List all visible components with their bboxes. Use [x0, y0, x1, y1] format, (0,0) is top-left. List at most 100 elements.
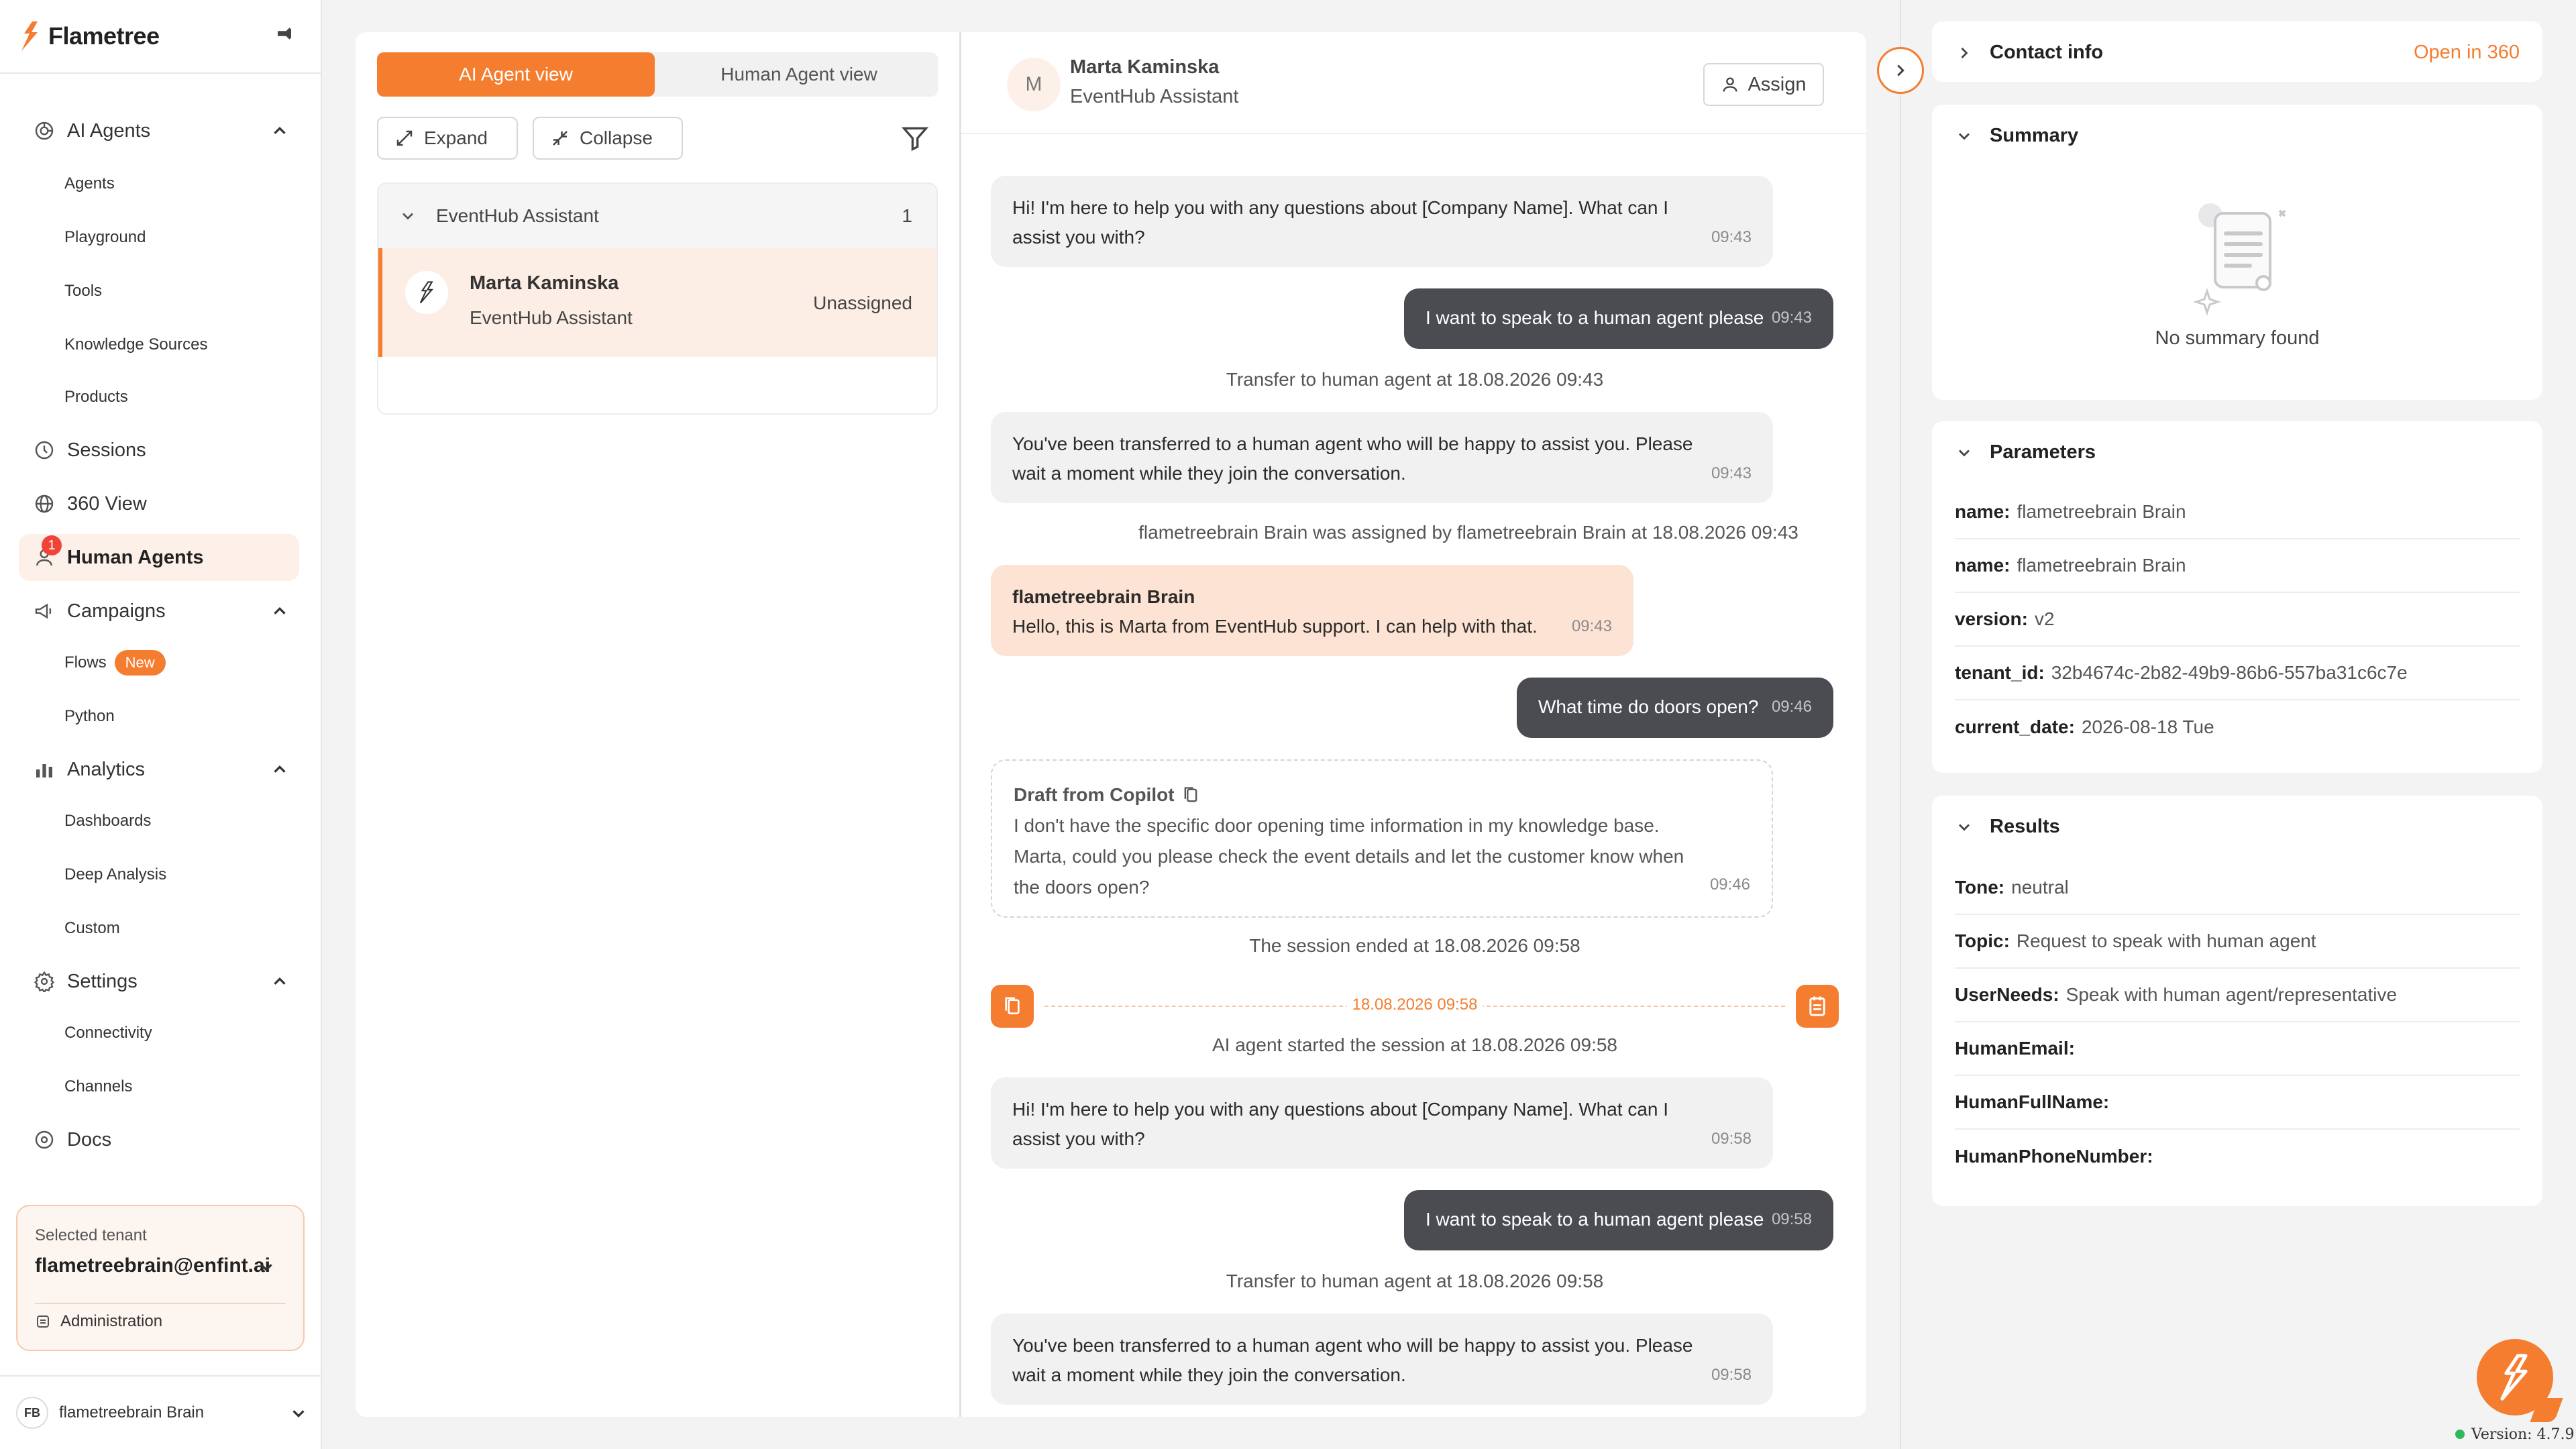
nav-analytics[interactable]: Analytics [19, 746, 299, 793]
parameter-key: tenant_id: [1955, 662, 2045, 683]
nav-label: Analytics [67, 758, 146, 780]
flametree-logo[interactable]: Flametree [19, 17, 160, 55]
sidebar-item-tools[interactable]: Tools [64, 274, 102, 309]
sidebar-item-channels[interactable]: Channels [64, 1069, 132, 1104]
nav-360-view[interactable]: 360 View [19, 480, 299, 527]
chevron-up-icon[interactable] [270, 601, 290, 621]
toggle-details-button[interactable] [1877, 47, 1924, 94]
parameter-row: name: flametreebrain Brain [1955, 486, 2520, 539]
system-message: AI agent started the session at 18.08.20… [1212, 1034, 1617, 1055]
new-badge: New [114, 650, 166, 676]
copilot-draft[interactable]: Draft from Copilot I don't have the spec… [991, 759, 1773, 918]
nav-label: 360 View [67, 492, 147, 515]
brand-name: Flametree [48, 22, 160, 50]
chevron-up-icon[interactable] [270, 759, 290, 780]
agent-group-header[interactable]: EventHub Assistant 1 [378, 184, 936, 248]
nav-settings[interactable]: Settings [19, 958, 299, 1005]
session-copy-icon[interactable] [991, 985, 1034, 1028]
message-ai: You've been transferred to a human agent… [991, 412, 1773, 503]
no-summary-text: No summary found [2155, 327, 2320, 349]
administration-link[interactable]: Administration [35, 1312, 162, 1331]
message-text: You've been transferred to a human agent… [1012, 1335, 1693, 1385]
nav-docs[interactable]: Docs [19, 1116, 299, 1163]
sidebar-item-agents[interactable]: Agents [64, 166, 115, 201]
sidebar-item-connectivity[interactable]: Connectivity [64, 1016, 152, 1051]
sidebar-item-deep-analysis[interactable]: Deep Analysis [64, 857, 166, 892]
collapse-button[interactable]: Collapse [533, 117, 683, 160]
result-key: Tone: [1955, 877, 2005, 898]
chat-header: M Marta Kaminska EventHub Assistant Assi… [961, 32, 1866, 134]
parameter-key: name: [1955, 501, 2010, 522]
sidebar: Flametree AI Agents Agents Playground To… [0, 0, 322, 1449]
user-menu[interactable]: FB flametreebrain Brain [0, 1375, 322, 1449]
chat-agent-name: EventHub Assistant [1070, 86, 1239, 107]
version-text: Version: 4.7.9 [2471, 1426, 2575, 1443]
result-key: Topic: [1955, 930, 2010, 951]
pin-sidebar-icon[interactable] [271, 20, 298, 47]
nav-label: AI Agents [67, 119, 151, 142]
result-row: HumanEmail: [1955, 1022, 2520, 1076]
message-time: 09:46 [1771, 698, 1812, 716]
parameter-value: v2 [2034, 608, 2055, 629]
sidebar-item-flows[interactable]: Flows New [64, 645, 166, 680]
sidebar-item-python[interactable]: Python [64, 699, 115, 734]
sidebar-item-knowledge-sources[interactable]: Knowledge Sources [64, 327, 207, 362]
expand-label: Expand [424, 127, 488, 148]
status-badge: Unassigned [813, 292, 912, 313]
chevron-up-icon[interactable] [270, 121, 290, 141]
analytics-icon [30, 755, 59, 784]
result-row: HumanFullName: [1955, 1076, 2520, 1130]
tab-human-agent-view[interactable]: Human Agent view [660, 52, 938, 97]
nav-ai-agents[interactable]: AI Agents [19, 107, 299, 154]
tenant-selector[interactable]: Selected tenant flametreebrain@enfint.ai… [16, 1205, 305, 1351]
message-text: Hello, this is Marta from EventHub suppo… [1012, 616, 1538, 637]
chevron-down-icon[interactable] [288, 1403, 309, 1424]
open-in-360-link[interactable]: Open in 360 [2414, 42, 2520, 64]
chevron-up-icon[interactable] [270, 971, 290, 991]
nav-label: Docs [67, 1128, 112, 1150]
filter-icon[interactable] [900, 123, 930, 153]
summary-card: Summary No summary found [1932, 105, 2542, 400]
tenant-value[interactable]: flametreebrain@enfint.ai [35, 1254, 270, 1277]
message-text: Hi! I'm here to help you with any questi… [1012, 1099, 1669, 1149]
parameter-key: version: [1955, 608, 2028, 629]
result-key: HumanEmail: [1955, 1038, 2075, 1059]
assign-button[interactable]: Assign [1703, 63, 1824, 106]
parameters-title: Parameters [1990, 441, 2096, 463]
result-row: Topic: Request to speak with human agent [1955, 915, 2520, 969]
message-time: 09:46 [1709, 875, 1750, 894]
parameters-header[interactable]: Parameters [1955, 441, 2096, 464]
sidebar-item-dashboards[interactable]: Dashboards [64, 804, 151, 839]
avatar: M [1007, 58, 1061, 111]
collapse-label: Collapse [580, 127, 653, 148]
chevron-right-icon [1961, 47, 1968, 58]
sidebar-item-products[interactable]: Products [64, 380, 128, 415]
sidebar-item-custom[interactable]: Custom [64, 911, 120, 946]
support-chat-button[interactable] [2477, 1339, 2553, 1415]
chat-panel: M Marta Kaminska EventHub Assistant Assi… [959, 32, 1866, 1417]
list-item[interactable]: Marta Kaminska EventHub Assistant Unassi… [378, 248, 936, 357]
results-header[interactable]: Results [1955, 816, 2060, 838]
result-key: HumanPhoneNumber: [1955, 1146, 2153, 1167]
parameter-value: flametreebrain Brain [2017, 555, 2186, 576]
summary-header[interactable]: Summary [1955, 125, 2078, 147]
system-message: Transfer to human agent at 18.08.2026 09… [1226, 369, 1604, 390]
flame-logo-icon [21, 21, 38, 51]
contact-info-header[interactable]: Contact info [1955, 42, 2103, 64]
parameter-value: 2026-08-18 Tue [2081, 716, 2214, 737]
contact-agent: EventHub Assistant [470, 307, 633, 328]
sidebar-item-playground[interactable]: Playground [64, 220, 146, 255]
copy-icon[interactable] [1183, 786, 1199, 804]
message-time: 09:58 [1711, 1366, 1752, 1384]
nav-campaigns[interactable]: Campaigns [19, 588, 299, 635]
chevron-down-icon[interactable] [256, 1257, 276, 1277]
expand-button[interactable]: Expand [377, 117, 518, 160]
administration-label: Administration [60, 1312, 163, 1330]
nav-sessions[interactable]: Sessions [19, 427, 299, 474]
parameter-row: tenant_id: 32b4674c-2b82-49b9-86b6-557ba3… [1955, 647, 2520, 700]
system-message: Transfer to human agent at 18.08.2026 09… [1226, 1271, 1604, 1291]
sidebar-divider [0, 72, 322, 74]
tab-ai-agent-view[interactable]: AI Agent view [377, 52, 655, 97]
result-value: Speak with human agent/representative [2065, 984, 2398, 1005]
session-notes-icon[interactable] [1796, 985, 1839, 1028]
